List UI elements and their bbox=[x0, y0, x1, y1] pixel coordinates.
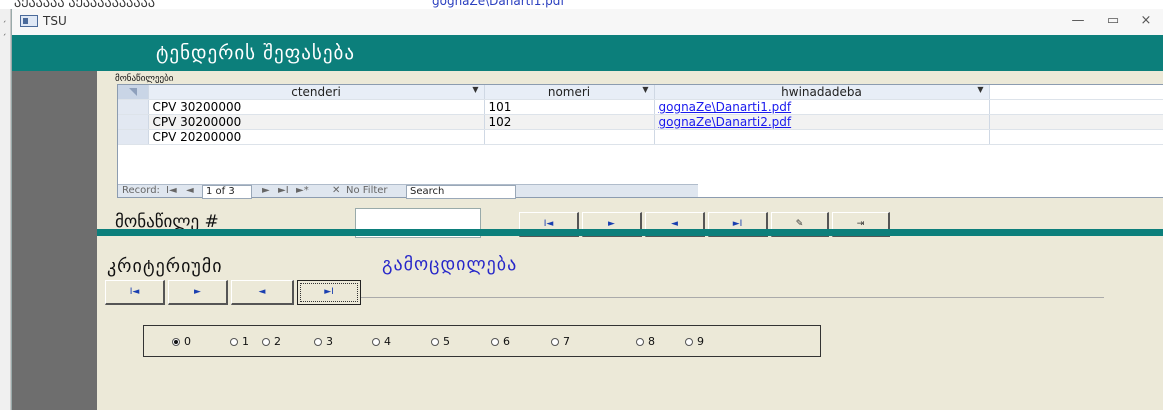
column-header-add bbox=[989, 85, 1163, 100]
next-record-button[interactable]: ► bbox=[262, 185, 270, 197]
new-record-button[interactable]: ►* bbox=[296, 185, 309, 197]
form-icon bbox=[20, 15, 38, 27]
participants-datasheet: ctenderi ▼ nomeri ▼ hwinadadeba ▼ CPV 30… bbox=[117, 84, 1163, 199]
no-filter-button[interactable]: No Filter bbox=[346, 185, 388, 197]
title-bar: TSU — ▭ × bbox=[12, 9, 1163, 35]
first-icon: I◄ bbox=[129, 287, 140, 297]
form-body: მონაწილეები ctenderi ▼ nomeri ▼ hwinadad… bbox=[97, 71, 1163, 410]
chevron-down-icon[interactable]: ▼ bbox=[977, 85, 983, 94]
criterion-label: კრიტერიუმი bbox=[107, 256, 223, 277]
section-divider bbox=[97, 229, 1163, 236]
cell-hwinadadeba[interactable]: gognaZe\Danarti2.pdf bbox=[654, 114, 990, 130]
rating-option-4[interactable]: 4 bbox=[372, 335, 391, 348]
last-record-button[interactable]: ►I bbox=[278, 185, 289, 197]
attachment-link[interactable]: gognaZe\Danarti1.pdf bbox=[659, 100, 792, 114]
current-record-field[interactable]: 1 of 3 bbox=[202, 185, 252, 199]
background-window-edge: ˊ ˊ bbox=[0, 9, 11, 410]
first-record-button[interactable]: I◄ bbox=[166, 185, 177, 197]
chevron-down-icon[interactable]: ▼ bbox=[472, 85, 478, 94]
previous-icon: ◄ bbox=[671, 219, 678, 229]
criterion-value: გამოცდილება bbox=[382, 254, 518, 275]
select-all-cell[interactable] bbox=[118, 85, 149, 100]
row-selector[interactable] bbox=[118, 114, 149, 130]
search-input[interactable]: Search bbox=[406, 185, 516, 199]
filter-icon: ✕ bbox=[332, 185, 341, 196]
cell-hwinadadeba[interactable] bbox=[654, 129, 990, 145]
cell-ctenderi[interactable]: CPV 30200000 bbox=[148, 114, 485, 130]
radio-icon bbox=[491, 338, 499, 346]
rating-option-5[interactable]: 5 bbox=[431, 335, 450, 348]
background-snippet-left: ᲐᲔᲐᲐᲐᲐᲐ ᲐᲔᲐᲐᲐᲐᲐᲐᲐᲐᲐᲐ bbox=[14, 0, 156, 9]
maximize-button[interactable]: ▭ bbox=[1102, 12, 1124, 30]
table-row[interactable]: CPV 30200000 102 gognaZe\Danarti2.pdf bbox=[118, 114, 1163, 130]
separator-line bbox=[361, 297, 1104, 298]
table-row[interactable]: CPV 30200000 101 gognaZe\Danarti1.pdf bbox=[118, 99, 1163, 115]
cell-hwinadadeba[interactable]: gognaZe\Danarti1.pdf bbox=[654, 99, 990, 115]
radio-selected-icon bbox=[172, 338, 180, 346]
chevron-down-icon[interactable]: ▼ bbox=[642, 85, 648, 94]
radio-icon bbox=[372, 338, 380, 346]
cell-nomeri[interactable]: 102 bbox=[484, 114, 655, 130]
radio-icon bbox=[230, 338, 238, 346]
background-snippet-right: gognaZe\Danarti1.pdf bbox=[432, 0, 565, 8]
rating-option-group: 0 1 2 3 4 5 6 7 8 9 bbox=[143, 325, 821, 357]
column-header-nomeri[interactable]: nomeri ▼ bbox=[484, 85, 655, 100]
radio-icon bbox=[262, 338, 270, 346]
attachment-link[interactable]: gognaZe\Danarti2.pdf bbox=[659, 115, 792, 129]
radio-icon bbox=[314, 338, 322, 346]
radio-icon bbox=[551, 338, 559, 346]
column-header-hwinadadeba[interactable]: hwinadadeba ▼ bbox=[654, 85, 990, 100]
record-selector-bar bbox=[12, 71, 97, 410]
row-selector[interactable] bbox=[118, 129, 149, 145]
form-header: ტენდერის შეფასება bbox=[12, 35, 1163, 71]
minimize-button[interactable]: — bbox=[1067, 12, 1089, 30]
rating-option-8[interactable]: 8 bbox=[636, 335, 655, 348]
criterion-last-button[interactable]: ►I bbox=[297, 280, 361, 305]
rating-option-7[interactable]: 7 bbox=[551, 335, 570, 348]
previous-icon: ◄ bbox=[258, 287, 266, 297]
form-title: ტენდერის შეფასება bbox=[156, 42, 355, 64]
column-header-ctenderi[interactable]: ctenderi ▼ bbox=[148, 85, 485, 100]
background-window-strip: ᲐᲔᲐᲐᲐᲐᲐ ᲐᲔᲐᲐᲐᲐᲐᲐᲐᲐᲐᲐ gognaZe\Danarti1.pd… bbox=[0, 0, 1163, 9]
pencil-icon: ✎ bbox=[795, 219, 804, 229]
screen: ᲐᲔᲐᲐᲐᲐᲐ ᲐᲔᲐᲐᲐᲐᲐᲐᲐᲐᲐᲐ gognaZe\Danarti1.pd… bbox=[0, 0, 1163, 410]
rating-option-9[interactable]: 9 bbox=[685, 335, 704, 348]
cell-nomeri[interactable]: 101 bbox=[484, 99, 655, 115]
criterion-previous-button[interactable]: ◄ bbox=[231, 280, 294, 305]
rating-option-3[interactable]: 3 bbox=[314, 335, 333, 348]
criterion-first-button[interactable]: I◄ bbox=[105, 280, 165, 305]
record-navigation-bar: Record: I◄ ◄ 1 of 3 ► ►I ►* ✕ No Filter … bbox=[118, 184, 698, 199]
radio-icon bbox=[431, 338, 439, 346]
table-row[interactable]: CPV 20200000 bbox=[118, 129, 1163, 145]
criterion-next-button[interactable]: ► bbox=[168, 280, 228, 305]
rating-option-0[interactable]: 0 bbox=[172, 335, 191, 348]
radio-icon bbox=[636, 338, 644, 346]
last-icon: ►I bbox=[324, 287, 334, 297]
exit-door-icon: ⇥ bbox=[856, 219, 865, 229]
cell-ctenderi[interactable]: CPV 30200000 bbox=[148, 99, 485, 115]
first-icon: I◄ bbox=[543, 219, 554, 229]
next-icon: ► bbox=[194, 287, 201, 297]
cell-nomeri[interactable] bbox=[484, 129, 655, 145]
access-form-window: TSU — ▭ × ტენდერის შეფასება მონაწილეები … bbox=[11, 9, 1163, 410]
cell-ctenderi[interactable]: CPV 20200000 bbox=[148, 129, 485, 145]
radio-icon bbox=[685, 338, 693, 346]
window-title: TSU bbox=[43, 14, 67, 28]
rating-option-6[interactable]: 6 bbox=[491, 335, 510, 348]
row-selector[interactable] bbox=[118, 99, 149, 115]
subform-label: მონაწილეები bbox=[115, 74, 174, 84]
rating-option-1[interactable]: 1 bbox=[230, 335, 249, 348]
rating-option-2[interactable]: 2 bbox=[262, 335, 281, 348]
close-button[interactable]: × bbox=[1135, 12, 1157, 30]
last-icon: ►I bbox=[732, 219, 743, 229]
next-icon: ► bbox=[608, 219, 615, 229]
previous-record-button[interactable]: ◄ bbox=[186, 185, 194, 197]
record-label: Record: bbox=[122, 185, 160, 196]
